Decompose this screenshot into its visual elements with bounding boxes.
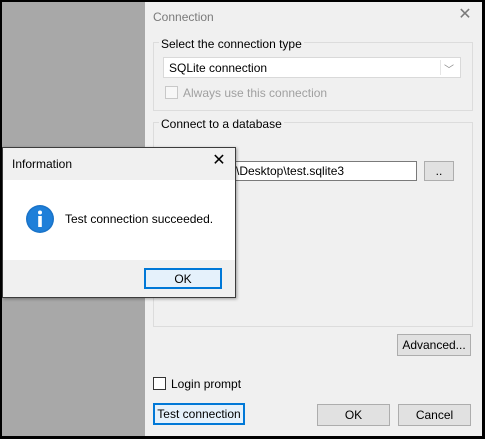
close-icon[interactable]: ✕ bbox=[457, 7, 473, 23]
connection-type-group-label: Select the connection type bbox=[159, 37, 304, 51]
messagebox-close-icon[interactable]: ✕ bbox=[211, 153, 227, 169]
info-icon bbox=[26, 205, 54, 233]
browse-button[interactable]: .. bbox=[424, 161, 454, 181]
connect-database-group-label: Connect to a database bbox=[159, 117, 284, 131]
login-prompt-checkbox[interactable] bbox=[153, 377, 166, 390]
dialog-title: Connection bbox=[153, 10, 214, 24]
cancel-button[interactable]: Cancel bbox=[398, 404, 471, 426]
connection-type-select[interactable]: SQLite connection ﹀ bbox=[163, 57, 461, 78]
always-use-checkbox[interactable] bbox=[165, 86, 178, 99]
messagebox-ok-button[interactable]: OK bbox=[144, 268, 222, 289]
chevron-down-icon: ﹀ bbox=[444, 65, 454, 76]
combo-separator bbox=[440, 60, 441, 75]
messagebox-text: Test connection succeeded. bbox=[65, 212, 214, 226]
connection-type-value: SQLite connection bbox=[169, 61, 268, 75]
database-path-input[interactable]: \Desktop\test.sqlite3 bbox=[231, 161, 417, 181]
information-messagebox: Information ✕ Test connection succeeded.… bbox=[2, 147, 236, 298]
ok-button[interactable]: OK bbox=[317, 404, 390, 426]
test-connection-button[interactable]: Test connection bbox=[153, 403, 245, 425]
login-prompt-label: Login prompt bbox=[171, 377, 242, 391]
messagebox-title: Information bbox=[12, 157, 73, 171]
always-use-label: Always use this connection bbox=[183, 86, 328, 100]
advanced-button[interactable]: Advanced... bbox=[397, 334, 471, 356]
